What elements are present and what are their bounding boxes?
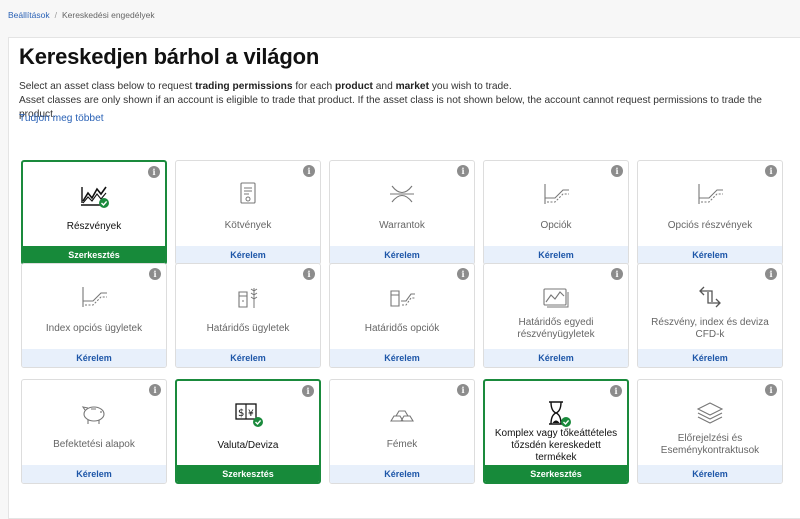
page-title: Kereskedjen bárhol a világon [19, 44, 320, 69]
svg-text:¥: ¥ [248, 409, 254, 419]
piggy-bank-icon [81, 406, 105, 424]
warrant-icon [390, 185, 414, 203]
card-label: Kötvények [224, 220, 272, 231]
card-futures[interactable]: i Határidős ügyletek Kérelem [175, 263, 321, 368]
cfd-icon [699, 286, 721, 308]
info-icon[interactable]: i [611, 165, 623, 177]
request-button[interactable]: Kérelem [330, 246, 474, 264]
request-button[interactable]: Kérelem [638, 465, 782, 483]
info-icon[interactable]: i [611, 268, 623, 280]
learn-more-link[interactable]: Tudjon meg többet [19, 113, 104, 124]
card-complex-products[interactable]: i Komplex vagy tőkeáttételes tőzsdén ker… [483, 379, 629, 484]
edit-button[interactable]: Szerkesztés [23, 246, 165, 263]
futures-icon [238, 288, 258, 308]
card-label: Warrantok [379, 220, 425, 231]
info-icon[interactable]: i [610, 385, 622, 397]
hourglass-icon [549, 401, 571, 427]
card-index-options[interactable]: i Index opciós ügyletek Kérelem [21, 263, 167, 368]
info-icon[interactable]: i [148, 166, 160, 178]
card-cfds[interactable]: i Részvény, index és deviza CFD-k Kérele… [637, 263, 783, 368]
request-button[interactable]: Kérelem [330, 465, 474, 483]
info-icon[interactable]: i [765, 268, 777, 280]
card-options[interactable]: i Opciók Kérelem [483, 160, 629, 265]
currency-icon: $ ¥ [235, 403, 263, 427]
info-icon[interactable]: i [303, 268, 315, 280]
request-button[interactable]: Kérelem [176, 246, 320, 264]
metals-icon [390, 410, 414, 422]
bond-icon [240, 182, 256, 204]
card-mutual-funds[interactable]: i Befektetési alapok Kérelem [21, 379, 167, 484]
request-button[interactable]: Kérelem [484, 349, 628, 367]
info-icon[interactable]: i [302, 385, 314, 397]
card-futures-options[interactable]: i Határidős opciók Kérelem [329, 263, 475, 368]
card-label: Opciók [540, 220, 572, 231]
breadcrumb: Beállítások / Kereskedési engedélyek [8, 10, 155, 20]
permissions-panel: Kereskedjen bárhol a világon Select an a… [8, 37, 800, 519]
card-label: Részvények [66, 221, 122, 232]
options-icon [544, 184, 569, 204]
options-icon [698, 184, 723, 204]
card-label: Befektetési alapok [53, 439, 135, 450]
card-metals[interactable]: i Fémek Kérelem [329, 379, 475, 484]
card-stock-options[interactable]: i Opciós részvények Kérelem [637, 160, 783, 265]
request-button[interactable]: Kérelem [638, 349, 782, 367]
request-button[interactable]: Kérelem [22, 349, 166, 367]
info-icon[interactable]: i [457, 384, 469, 396]
layers-icon [696, 402, 724, 424]
card-label: Határidős ügyletek [206, 323, 290, 334]
options-icon [82, 287, 107, 307]
description-line-1: Select an asset class below to request t… [19, 81, 512, 92]
card-label: Határidős egyedi részvényügyletek [517, 317, 595, 340]
breadcrumb-settings-link[interactable]: Beállítások [8, 10, 50, 20]
card-label: Opciós részvények [667, 220, 753, 231]
card-bonds[interactable]: i Kötvények Kérelem [175, 160, 321, 265]
card-single-stock-futures[interactable]: i Határidős egyedi részvényügyletek Kére… [483, 263, 629, 368]
card-label: Részvény, index és deviza CFD-k [651, 317, 769, 340]
card-event-contracts[interactable]: i Előrejelzési és Eseménykontraktusok Ké… [637, 379, 783, 484]
info-icon[interactable]: i [457, 165, 469, 177]
card-label: Határidős opciók [364, 323, 440, 334]
card-label: Komplex vagy tőkeáttételes tőzsdén keres… [494, 428, 618, 463]
request-button[interactable]: Kérelem [638, 246, 782, 264]
info-icon[interactable]: i [303, 165, 315, 177]
single-stock-futures-icon [543, 288, 569, 308]
info-icon[interactable]: i [149, 384, 161, 396]
card-label: Előrejelzési és Eseménykontraktusok [660, 433, 760, 456]
request-button[interactable]: Kérelem [22, 465, 166, 483]
request-button[interactable]: Kérelem [484, 246, 628, 264]
edit-button[interactable]: Szerkesztés [485, 465, 627, 482]
request-button[interactable]: Kérelem [176, 349, 320, 367]
page-description: Select an asset class below to request t… [19, 80, 800, 122]
breadcrumb-current: Kereskedési engedélyek [61, 10, 155, 20]
description-line-2: Asset classes are only shown if an accou… [19, 95, 762, 120]
info-icon[interactable]: i [765, 384, 777, 396]
edit-button[interactable]: Szerkesztés [177, 465, 319, 482]
request-button[interactable]: Kérelem [330, 349, 474, 367]
card-forex[interactable]: i $ ¥ Valuta/Deviza Szerkesztés [175, 379, 321, 484]
info-icon[interactable]: i [765, 165, 777, 177]
card-label: Index opciós ügyletek [45, 323, 143, 334]
card-warrants[interactable]: i Warrantok Kérelem [329, 160, 475, 265]
breadcrumb-separator: / [54, 10, 57, 20]
card-stocks[interactable]: i Részvények Szerkesztés [21, 160, 167, 265]
info-icon[interactable]: i [149, 268, 161, 280]
info-icon[interactable]: i [457, 268, 469, 280]
card-label: Fémek [386, 439, 418, 450]
card-label: Valuta/Deviza [217, 440, 279, 451]
svg-text:$: $ [238, 408, 244, 419]
futures-options-icon [390, 290, 415, 307]
stocks-icon [81, 186, 109, 208]
